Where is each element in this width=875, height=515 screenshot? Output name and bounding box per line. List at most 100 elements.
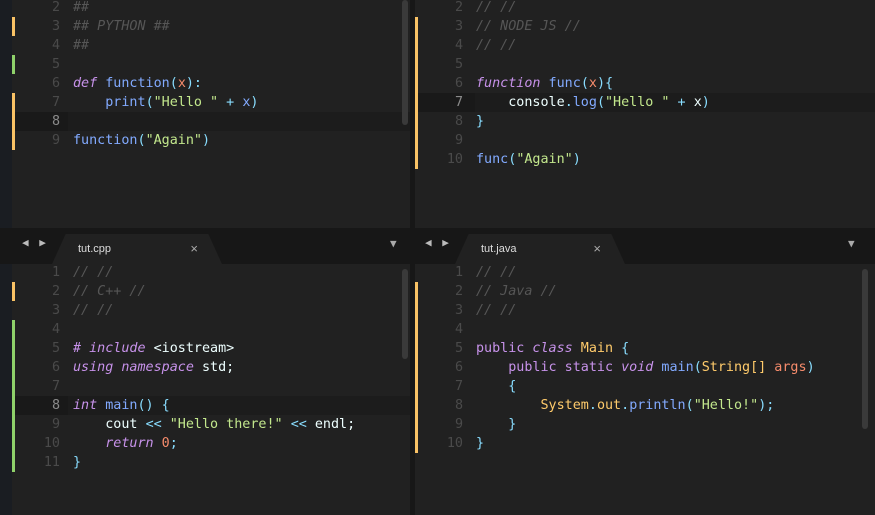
code-line[interactable]: 3 // // bbox=[415, 301, 875, 320]
code-line[interactable]: 8 System.out.println("Hello!"); bbox=[415, 396, 875, 415]
close-icon[interactable]: × bbox=[593, 234, 601, 264]
code-line[interactable]: 7 { bbox=[415, 377, 875, 396]
token-c: // // bbox=[73, 265, 114, 280]
line-number: 2 bbox=[454, 284, 463, 299]
diff-marker-green bbox=[12, 320, 15, 339]
line-number: 4 bbox=[454, 322, 463, 337]
token-k: using namespace bbox=[73, 360, 194, 375]
token-k: class bbox=[524, 341, 573, 356]
code-text: public static void main(String[] args) bbox=[476, 358, 814, 377]
token-c: // NODE JS // bbox=[476, 19, 581, 34]
tab-tut-cpp[interactable]: tut.cpp × bbox=[52, 234, 222, 264]
code-line[interactable]: 10 func("Again") bbox=[415, 150, 875, 169]
code-line[interactable]: 6 using namespace std; bbox=[12, 358, 410, 377]
code-line[interactable]: 7 console.log("Hello " + x) bbox=[415, 93, 875, 112]
line-number: 8 bbox=[454, 114, 463, 129]
tab-nav-arrows-icon[interactable]: ◀ ▶ bbox=[425, 236, 451, 249]
code-line[interactable]: 4 bbox=[12, 320, 410, 339]
editor-pane-java[interactable]: 1 // // 2 // Java // 3 // // 4 5 public class Ma… bbox=[415, 264, 875, 515]
token-c: ## bbox=[73, 38, 90, 53]
code-text: // NODE JS // bbox=[476, 17, 581, 36]
code-line[interactable]: 3 // NODE JS // bbox=[415, 17, 875, 36]
code-line[interactable]: 1 // // bbox=[415, 264, 875, 282]
token-c: // // bbox=[476, 0, 517, 15]
diff-marker-orange bbox=[415, 415, 418, 434]
token-str: "Again" bbox=[516, 152, 573, 167]
token-k: int bbox=[73, 398, 98, 413]
token-c: // C++ // bbox=[73, 284, 146, 299]
code-line[interactable]: 2 ## bbox=[12, 0, 410, 17]
code-line[interactable]: 11} bbox=[12, 453, 410, 472]
code-line[interactable]: 6 public static void main(String[] args) bbox=[415, 358, 875, 377]
code-text: } bbox=[476, 415, 516, 434]
token-t: <iostream> bbox=[145, 341, 235, 356]
code-text: // // bbox=[476, 0, 516, 17]
token-o: ) bbox=[202, 133, 211, 148]
code-line[interactable]: 4 ## bbox=[12, 36, 410, 55]
dropdown-icon[interactable]: ▼ bbox=[848, 237, 855, 250]
code-line[interactable]: 5 public class Main { bbox=[415, 339, 875, 358]
code-text: # include <iostream> bbox=[73, 339, 234, 358]
token-o: ): bbox=[185, 76, 202, 91]
code-line[interactable]: 9 function("Again") bbox=[12, 131, 410, 150]
code-line[interactable]: 2 // // bbox=[415, 0, 875, 17]
code-text: console.log("Hello " + x) bbox=[476, 93, 710, 112]
code-line[interactable]: 7 print("Hello " + x) bbox=[12, 93, 410, 112]
code-line[interactable]: 3 ## PYTHON ## bbox=[12, 17, 410, 36]
token-p: x bbox=[588, 76, 597, 91]
token-p: x bbox=[177, 76, 186, 91]
line-number: 9 bbox=[51, 133, 60, 148]
code-line[interactable]: 5 bbox=[12, 55, 410, 74]
code-line[interactable]: 6 function func(x){ bbox=[415, 74, 875, 93]
code-line[interactable]: 5 bbox=[415, 55, 875, 74]
editor-pane-cpp[interactable]: 1 // // 2 // C++ // 3 // // 4 5 # include <iostr… bbox=[0, 264, 410, 515]
diff-marker-green bbox=[12, 453, 15, 472]
token-o: ) bbox=[572, 152, 581, 167]
code-line[interactable]: 9 } bbox=[415, 415, 875, 434]
code-line[interactable]: 3 // // bbox=[12, 301, 410, 320]
line-number: 5 bbox=[454, 57, 463, 72]
code-line[interactable]: 1 // // bbox=[12, 264, 410, 282]
token-o: << bbox=[145, 417, 162, 432]
code-line[interactable]: 6 def function(x): bbox=[12, 74, 410, 93]
code-line[interactable]: 9 bbox=[415, 131, 875, 150]
code-line[interactable]: 7 bbox=[12, 377, 410, 396]
tab-tut-java[interactable]: tut.java × bbox=[455, 234, 625, 264]
line-number: 10 bbox=[446, 436, 463, 451]
code-line[interactable]: 4 // // bbox=[415, 36, 875, 55]
code-text: } bbox=[73, 453, 81, 472]
editor-pane-python[interactable]: 2 ## 3 ## PYTHON ## 4 ## 5 6 def function(x): 7 p… bbox=[0, 0, 410, 228]
code-line[interactable]: 2 // C++ // bbox=[12, 282, 410, 301]
code-line[interactable]: 8 bbox=[12, 112, 410, 131]
code-line[interactable]: 8} bbox=[415, 112, 875, 131]
code-line[interactable]: 8 int main() { bbox=[12, 396, 410, 415]
diff-marker-orange bbox=[415, 112, 418, 131]
dropdown-icon[interactable]: ▼ bbox=[390, 237, 397, 250]
scrollbar-thumb[interactable] bbox=[402, 269, 408, 359]
code-text: // // bbox=[476, 264, 516, 282]
code-text: function("Again") bbox=[73, 131, 210, 150]
token-c: ## PYTHON ## bbox=[73, 19, 170, 34]
code-text: int main() { bbox=[73, 396, 170, 415]
editor-pane-node[interactable]: 2 // // 3 // NODE JS // 4 // // 5 6 function fun… bbox=[415, 0, 875, 228]
code-line[interactable]: 2 // Java // bbox=[415, 282, 875, 301]
token-f: func bbox=[540, 76, 581, 91]
line-number: 7 bbox=[51, 379, 60, 394]
close-icon[interactable]: × bbox=[190, 234, 198, 264]
code-line[interactable]: 9 cout << "Hello there!" << endl; bbox=[12, 415, 410, 434]
scrollbar-thumb[interactable] bbox=[402, 0, 408, 125]
code-line[interactable]: 5 # include <iostream> bbox=[12, 339, 410, 358]
code-line[interactable]: 4 bbox=[415, 320, 875, 339]
token-cls: System bbox=[476, 398, 589, 413]
code-line[interactable]: 10 return 0; bbox=[12, 434, 410, 453]
token-f: function bbox=[105, 76, 170, 91]
token-o: } bbox=[476, 114, 485, 129]
diff-marker-orange bbox=[415, 74, 418, 93]
token-o: ( bbox=[580, 76, 589, 91]
code-line[interactable]: 10} bbox=[415, 434, 875, 453]
tab-nav-arrows-icon[interactable]: ◀ ▶ bbox=[22, 236, 48, 249]
code-text: ## bbox=[73, 36, 89, 55]
token-o: ( bbox=[145, 95, 154, 110]
scrollbar-thumb[interactable] bbox=[862, 269, 868, 429]
token-o: ; bbox=[169, 436, 178, 451]
